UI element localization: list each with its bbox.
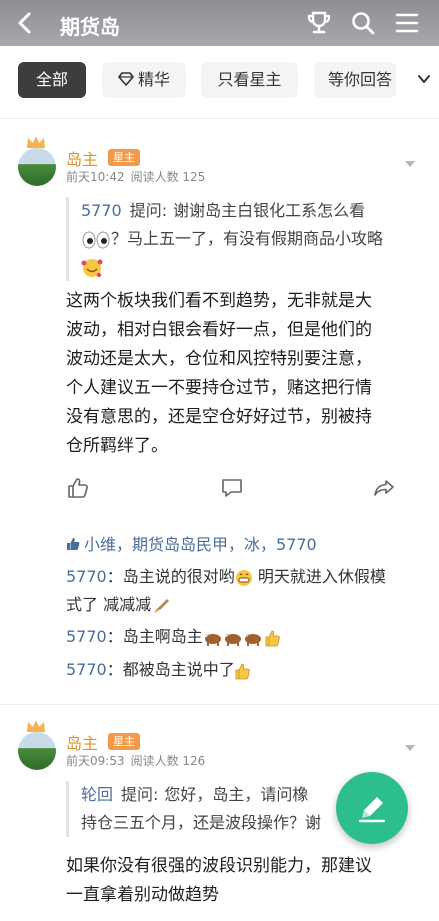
- body-line: 没有意思的，还是空仓好好过节，别被持: [66, 407, 372, 427]
- trophy-icon[interactable]: [306, 10, 332, 36]
- comment-item[interactable]: 5770：都被岛主说中了: [66, 656, 424, 684]
- body-line: 一直拿着别动做趋势: [66, 885, 219, 905]
- body-line: 仓所羁绊了。: [66, 436, 168, 456]
- thumbs-up-icon: [67, 538, 80, 550]
- tab-owner-only-label: 只看星主: [217, 70, 282, 89]
- tab-featured-label: 精华: [137, 70, 170, 89]
- thumbs-up-emoji-icon: [235, 663, 250, 679]
- post-time: 前天10:42: [66, 170, 125, 184]
- avatar[interactable]: [18, 148, 56, 186]
- body-line: 个人建议五一不要持仓过节，赌这把行情: [66, 378, 372, 398]
- comment-text: 岛主说的很对哟: [122, 567, 235, 586]
- question-text-2: ？马上五一了，有没有假期商品小攻略: [111, 229, 384, 248]
- read-count: 阅读人数 125: [130, 170, 206, 184]
- body-line: 这两个板块我们看不到趋势，无非就是大: [66, 291, 372, 311]
- like-icon[interactable]: [66, 476, 90, 500]
- divider: [0, 704, 439, 705]
- tab-awaiting-answer-label: 等你回答: [328, 70, 393, 89]
- question-text-1: 您好，岛主，请问橡: [164, 785, 309, 804]
- crown-icon: [27, 136, 45, 148]
- menu-icon[interactable]: [394, 10, 420, 36]
- likes-names: 小维，期货岛岛民甲，冰，5770: [84, 535, 317, 554]
- share-icon[interactable]: [372, 476, 396, 500]
- comment-item[interactable]: 5770：岛主啊岛主: [66, 623, 424, 651]
- comment-user[interactable]: 5770: [66, 567, 107, 586]
- author-name[interactable]: 岛主: [66, 146, 98, 170]
- tab-awaiting-answer[interactable]: 等你回答: [314, 62, 396, 98]
- eyes-emoji-icon: [82, 231, 110, 248]
- author-name[interactable]: 岛主: [66, 730, 98, 754]
- body-line: 如果你没有很强的波段识别能力，那建议: [66, 856, 372, 876]
- page-title: 期货岛: [60, 15, 120, 39]
- question-quote[interactable]: 5770 提问: 谢谢岛主白银化工系怎么看 ？马上五一了，有没有假期商品小攻略: [66, 197, 424, 281]
- post-body: 这两个板块我们看不到趋势，无非就是大 波动，相对白银会看好一点，但是他们的 波动…: [66, 287, 416, 461]
- owner-badge: 星主: [108, 733, 140, 750]
- rocket-emoji-icon: [154, 598, 170, 613]
- likes-list[interactable]: 小维，期货岛岛民甲，冰，5770: [66, 531, 317, 555]
- bull-emoji-icon: [204, 630, 280, 646]
- compose-button[interactable]: [336, 772, 408, 844]
- post-body: 如果你没有很强的波段识别能力，那建议 一直拿着别动做趋势: [66, 852, 416, 910]
- crown-icon: [27, 720, 45, 732]
- comment-text: 明天就进入休假模: [252, 567, 386, 586]
- more-options-caret[interactable]: [405, 745, 415, 751]
- comment-text: 式了 减减减: [66, 595, 152, 614]
- search-icon[interactable]: [350, 10, 376, 36]
- tab-all-label: 全部: [35, 70, 68, 89]
- filter-tabs: 全部 精华 只看星主 等你回答: [0, 52, 439, 114]
- question-label: 提问:: [129, 201, 168, 220]
- comment-user[interactable]: 5770: [66, 660, 107, 679]
- question-user[interactable]: 轮回: [81, 785, 113, 804]
- comment-text: 都被岛主说中了: [122, 660, 235, 679]
- smiling-hearts-emoji-icon: [81, 258, 103, 277]
- tab-all[interactable]: 全部: [18, 62, 86, 98]
- pencil-icon: [358, 797, 386, 823]
- question-text-2: 持仓三五个月，还是波段操作？谢: [81, 813, 322, 832]
- diamond-icon: [118, 72, 134, 86]
- chevron-down-icon[interactable]: [417, 72, 431, 86]
- grin-emoji-icon: [235, 569, 252, 586]
- owner-badge: 星主: [108, 149, 140, 166]
- chevron-left-icon[interactable]: [14, 10, 36, 36]
- comment-user[interactable]: 5770: [66, 627, 107, 646]
- post-meta: 前天09:53 阅读人数 126: [66, 752, 211, 769]
- question-user[interactable]: 5770: [81, 201, 122, 220]
- comment-item[interactable]: 5770：岛主说的很对哟 明天就进入休假模 式了 减减减: [66, 563, 424, 619]
- top-nav-bar: 期货岛: [0, 0, 439, 46]
- body-line: 波动还是太大，仓位和风控特别要注意，: [66, 349, 372, 369]
- post-actions: [0, 476, 439, 506]
- avatar[interactable]: [18, 732, 56, 770]
- question-label: 提问:: [121, 785, 159, 804]
- body-line: 波动，相对白银会看好一点，但是他们的: [66, 320, 372, 340]
- tab-featured[interactable]: 精华: [102, 62, 186, 98]
- divider: [0, 118, 439, 119]
- more-options-caret[interactable]: [405, 161, 415, 167]
- tab-owner-only[interactable]: 只看星主: [201, 62, 298, 98]
- read-count: 阅读人数 126: [130, 754, 206, 768]
- post-time: 前天09:53: [66, 754, 125, 768]
- comment-icon[interactable]: [220, 476, 244, 500]
- question-text-1: 谢谢岛主白银化工系怎么看: [173, 201, 366, 220]
- post-meta: 前天10:42 阅读人数 125: [66, 168, 211, 185]
- comment-text: 岛主啊岛主: [122, 627, 203, 646]
